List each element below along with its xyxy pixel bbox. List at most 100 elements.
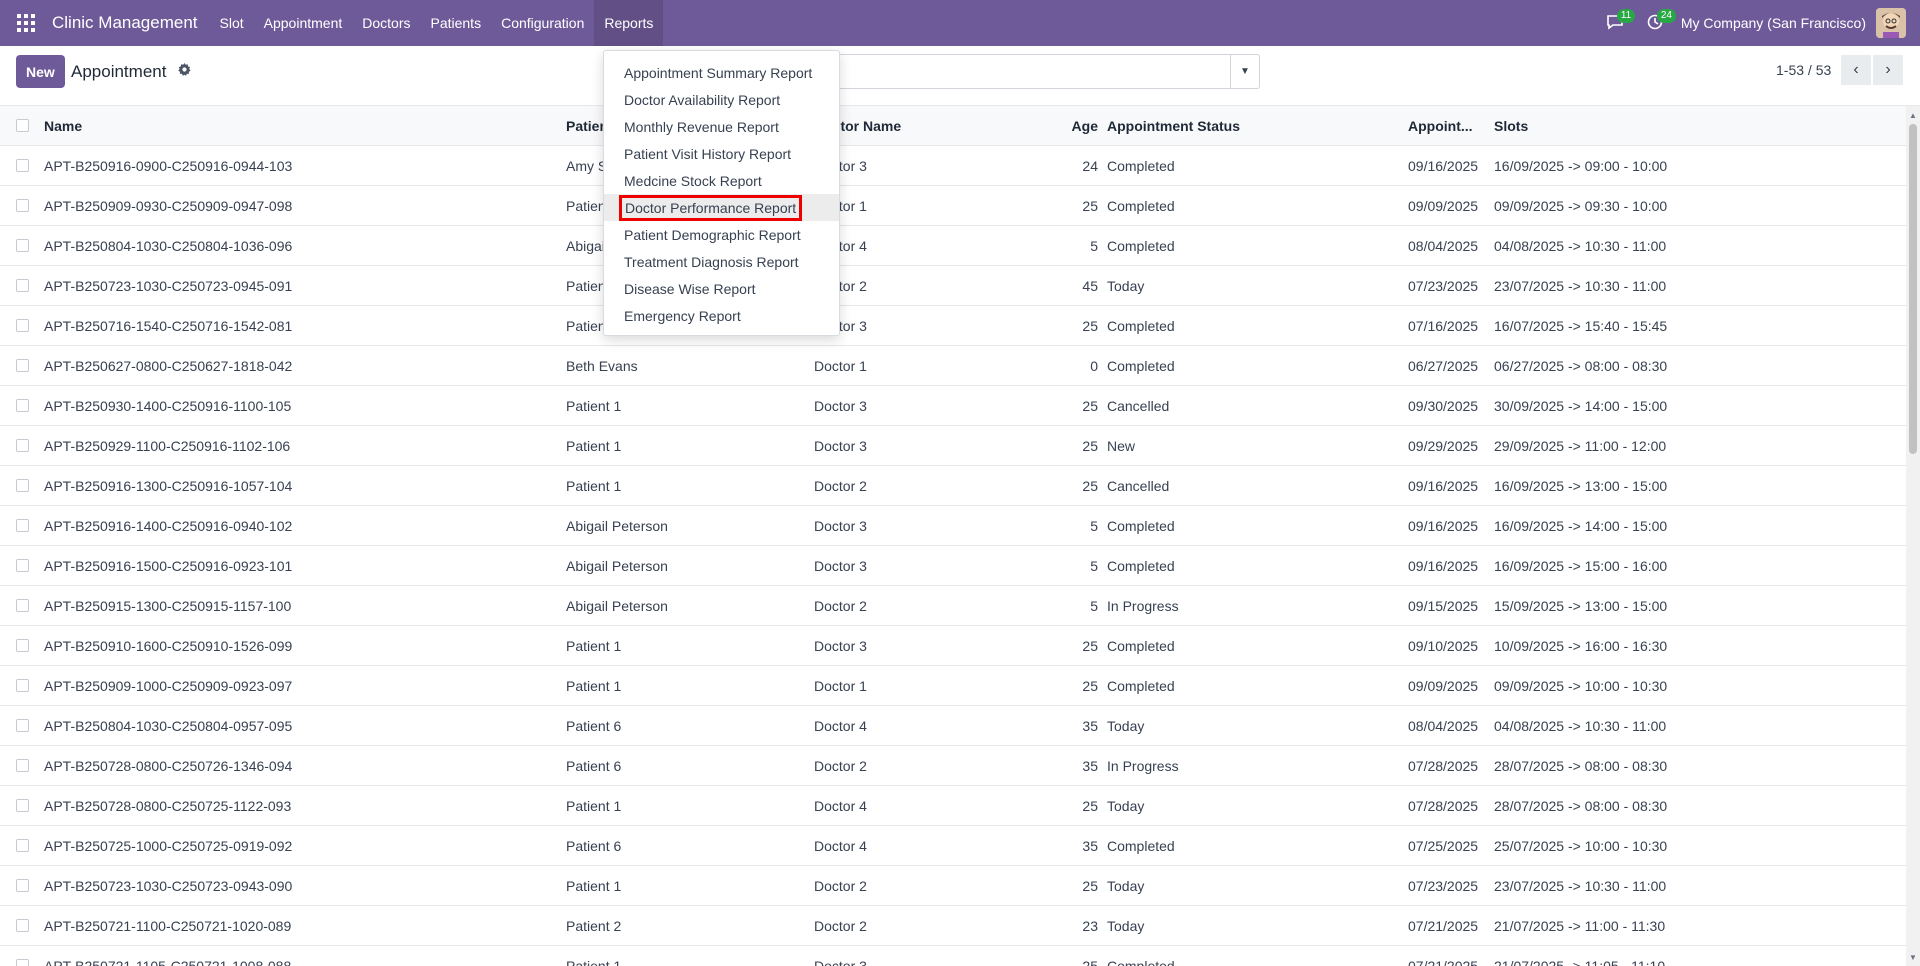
- row-checkbox[interactable]: [16, 799, 29, 812]
- reports-menu-item[interactable]: Medcine Stock Report: [604, 167, 839, 194]
- row-slots: 16/09/2025 -> 14:00 - 15:00: [1494, 517, 1668, 534]
- menu-slot[interactable]: Slot: [210, 0, 254, 46]
- reports-menu-item[interactable]: Treatment Diagnosis Report: [604, 248, 839, 275]
- pager-next-button[interactable]: ›: [1873, 55, 1903, 85]
- header-date[interactable]: Appoint...: [1408, 118, 1490, 134]
- app-brand[interactable]: Clinic Management: [52, 13, 198, 33]
- row-patient: Patient 6: [566, 757, 622, 774]
- row-date: 09/16/2025: [1408, 557, 1479, 574]
- table-row[interactable]: APT-B250929-1100-C250916-1102-106 Patient…: [0, 426, 1906, 466]
- table-row[interactable]: APT-B250916-1400-C250916-0940-102 Abigail…: [0, 506, 1906, 546]
- row-name: APT-B250723-1030-C250723-0945-091: [44, 277, 293, 294]
- row-checkbox[interactable]: [16, 559, 29, 572]
- reports-menu-item[interactable]: Doctor Performance Report: [604, 194, 839, 221]
- row-doctor: Doctor 2: [814, 477, 867, 494]
- messages-button[interactable]: 11: [1595, 0, 1636, 46]
- table-row[interactable]: APT-B250915-1300-C250915-1157-100 Abigail…: [0, 586, 1906, 626]
- header-name[interactable]: Name: [44, 118, 544, 134]
- row-date: 06/27/2025: [1408, 357, 1479, 374]
- scroll-up-icon[interactable]: ▲: [1906, 108, 1920, 122]
- table-row[interactable]: APT-B250725-1000-C250725-0919-092 Patient…: [0, 826, 1906, 866]
- row-age: 25: [1082, 317, 1098, 334]
- row-age: 45: [1082, 277, 1098, 294]
- row-name: APT-B250916-1300-C250916-1057-104: [44, 477, 293, 494]
- row-name: APT-B250723-1030-C250723-0943-090: [44, 877, 293, 894]
- table-row[interactable]: APT-B250909-1000-C250909-0923-097 Patient…: [0, 666, 1906, 706]
- table-row[interactable]: APT-B250910-1600-C250910-1526-099 Patient…: [0, 626, 1906, 666]
- row-checkbox[interactable]: [16, 479, 29, 492]
- user-avatar[interactable]: [1876, 8, 1906, 38]
- table-row[interactable]: APT-B250804-1030-C250804-1036-096 Abigail…: [0, 226, 1906, 266]
- table-row[interactable]: APT-B250728-0800-C250726-1346-094 Patient…: [0, 746, 1906, 786]
- row-checkbox[interactable]: [16, 639, 29, 652]
- table-row[interactable]: APT-B250916-0900-C250916-0944-103 Amy S Do…: [0, 146, 1906, 186]
- row-status: Completed: [1107, 157, 1175, 174]
- reports-menu-item[interactable]: Disease Wise Report: [604, 275, 839, 302]
- row-checkbox[interactable]: [16, 919, 29, 932]
- activities-button[interactable]: 24: [1635, 0, 1676, 46]
- top-navbar: Clinic Management Slot Appointment Docto…: [0, 0, 1920, 46]
- row-slots: 30/09/2025 -> 14:00 - 15:00: [1494, 397, 1668, 414]
- table-row[interactable]: APT-B250723-1030-C250723-0945-091 Patient…: [0, 266, 1906, 306]
- row-date: 09/29/2025: [1408, 437, 1479, 454]
- row-checkbox[interactable]: [16, 519, 29, 532]
- row-checkbox[interactable]: [16, 759, 29, 772]
- select-all-checkbox[interactable]: [16, 119, 29, 132]
- row-checkbox[interactable]: [16, 399, 29, 412]
- table-row[interactable]: APT-B250721-1100-C250721-1020-089 Patient…: [0, 906, 1906, 946]
- table-row[interactable]: APT-B250916-1500-C250916-0923-101 Abigail…: [0, 546, 1906, 586]
- row-patient: Patient 1: [566, 797, 622, 814]
- reports-menu-item[interactable]: Appointment Summary Report: [604, 59, 839, 86]
- company-switcher[interactable]: My Company (San Francisco): [1681, 15, 1866, 31]
- row-checkbox[interactable]: [16, 719, 29, 732]
- row-checkbox[interactable]: [16, 359, 29, 372]
- reports-menu-item[interactable]: Patient Visit History Report: [604, 140, 839, 167]
- row-checkbox[interactable]: [16, 879, 29, 892]
- apps-menu-icon[interactable]: [0, 0, 52, 46]
- row-checkbox[interactable]: [16, 319, 29, 332]
- reports-menu-item[interactable]: Emergency Report: [604, 302, 839, 329]
- header-doctor[interactable]: Doctor Name: [814, 118, 1014, 134]
- menu-doctors[interactable]: Doctors: [352, 0, 420, 46]
- row-checkbox[interactable]: [16, 199, 29, 212]
- menu-patients[interactable]: Patients: [420, 0, 491, 46]
- list-scrollbar[interactable]: ▲ ▼: [1906, 106, 1920, 966]
- table-row[interactable]: APT-B250916-1300-C250916-1057-104 Patient…: [0, 466, 1906, 506]
- pager-value[interactable]: 1-53 / 53: [1776, 62, 1831, 78]
- header-slots[interactable]: Slots: [1494, 118, 1794, 134]
- search-options-toggle[interactable]: ▼: [1230, 55, 1259, 88]
- header-age[interactable]: Age: [1030, 118, 1098, 134]
- pager-previous-button[interactable]: ‹: [1841, 55, 1871, 85]
- row-checkbox[interactable]: [16, 439, 29, 452]
- row-checkbox[interactable]: [16, 159, 29, 172]
- row-status: Completed: [1107, 197, 1175, 214]
- row-checkbox[interactable]: [16, 959, 29, 966]
- table-row[interactable]: APT-B250721-1105-C250721-1008-088 Patient…: [0, 946, 1906, 966]
- row-patient: Abigail Peterson: [566, 597, 668, 614]
- gear-icon[interactable]: [178, 63, 191, 79]
- row-status: Cancelled: [1107, 477, 1170, 494]
- row-checkbox[interactable]: [16, 279, 29, 292]
- table-row[interactable]: APT-B250627-0800-C250627-1818-042 Beth Ev…: [0, 346, 1906, 386]
- table-row[interactable]: APT-B250804-1030-C250804-0957-095 Patient…: [0, 706, 1906, 746]
- scroll-thumb[interactable]: [1909, 124, 1917, 454]
- menu-reports[interactable]: Reports: [594, 0, 664, 46]
- row-checkbox[interactable]: [16, 599, 29, 612]
- row-checkbox[interactable]: [16, 239, 29, 252]
- table-row[interactable]: APT-B250930-1400-C250916-1100-105 Patient…: [0, 386, 1906, 426]
- scroll-down-icon[interactable]: ▼: [1906, 950, 1920, 964]
- menu-appointment[interactable]: Appointment: [254, 0, 353, 46]
- row-checkbox[interactable]: [16, 839, 29, 852]
- row-checkbox[interactable]: [16, 679, 29, 692]
- reports-menu-item[interactable]: Monthly Revenue Report: [604, 113, 839, 140]
- header-status[interactable]: Appointment Status: [1107, 118, 1397, 134]
- row-name: APT-B250909-0930-C250909-0947-098: [44, 197, 293, 214]
- table-row[interactable]: APT-B250723-1030-C250723-0943-090 Patient…: [0, 866, 1906, 906]
- new-button[interactable]: New: [16, 55, 65, 88]
- table-row[interactable]: APT-B250909-0930-C250909-0947-098 Patient…: [0, 186, 1906, 226]
- table-row[interactable]: APT-B250728-0800-C250725-1122-093 Patient…: [0, 786, 1906, 826]
- table-row[interactable]: APT-B250716-1540-C250716-1542-081 Patient…: [0, 306, 1906, 346]
- reports-menu-item[interactable]: Patient Demographic Report: [604, 221, 839, 248]
- menu-configuration[interactable]: Configuration: [491, 0, 594, 46]
- reports-menu-item[interactable]: Doctor Availability Report: [604, 86, 839, 113]
